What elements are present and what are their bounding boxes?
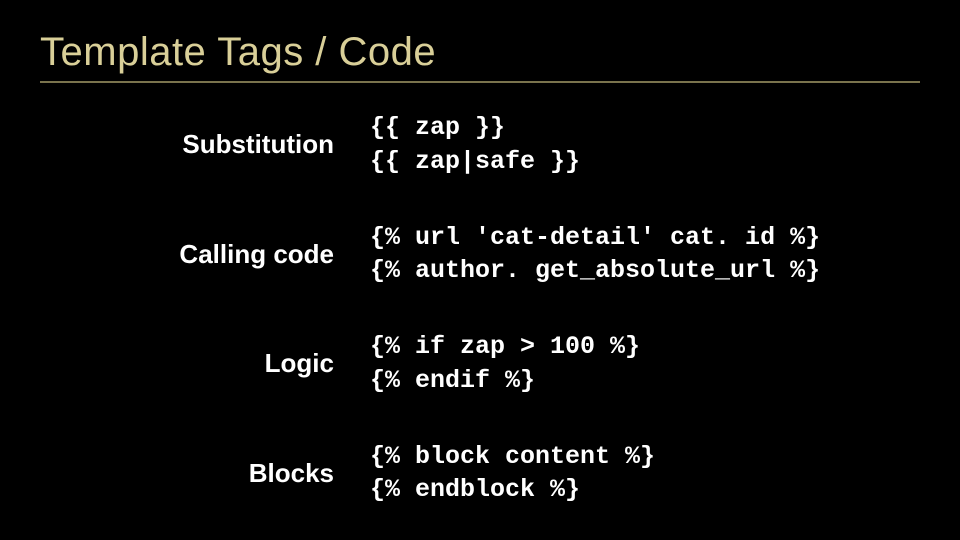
slide-title: Template Tags / Code — [40, 30, 920, 75]
code-logic: {% if zap > 100 %} {% endif %} — [370, 330, 640, 398]
row-calling-code: Calling code {% url 'cat-detail' cat. id… — [40, 221, 920, 289]
label-logic: Logic — [40, 348, 370, 379]
row-substitution: Substitution {{ zap }} {{ zap|safe }} — [40, 111, 920, 179]
row-blocks: Blocks {% block content %} {% endblock %… — [40, 440, 920, 508]
label-calling-code: Calling code — [40, 239, 370, 270]
code-substitution: {{ zap }} {{ zap|safe }} — [370, 111, 580, 179]
code-blocks: {% block content %} {% endblock %} — [370, 440, 655, 508]
code-calling-code: {% url 'cat-detail' cat. id %} {% author… — [370, 221, 820, 289]
title-underline — [40, 81, 920, 83]
slide: Template Tags / Code Substitution {{ zap… — [0, 0, 960, 540]
label-substitution: Substitution — [40, 129, 370, 160]
row-logic: Logic {% if zap > 100 %} {% endif %} — [40, 330, 920, 398]
label-blocks: Blocks — [40, 458, 370, 489]
